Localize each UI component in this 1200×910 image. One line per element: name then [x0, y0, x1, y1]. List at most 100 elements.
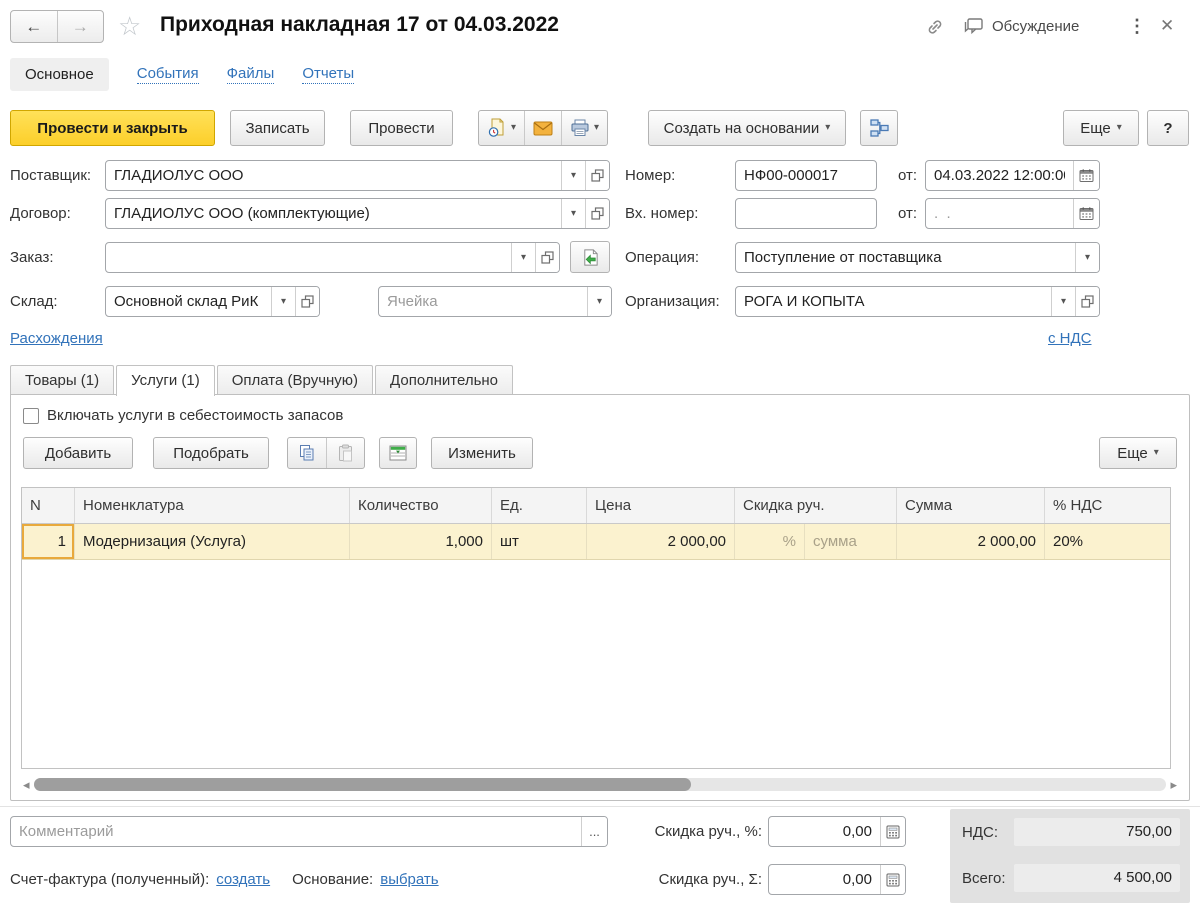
cell-qty[interactable]: 1,000 [350, 524, 492, 559]
date-input[interactable] [926, 161, 1073, 190]
discount-sum-calc-button[interactable] [880, 865, 905, 894]
basis-select-link[interactable]: выбрать [380, 871, 438, 888]
with-vat-link[interactable]: с НДС [1048, 330, 1092, 347]
col-header-vat[interactable]: % НДС [1045, 488, 1171, 523]
help-button[interactable]: ? [1147, 110, 1189, 146]
date-calendar-button[interactable] [1073, 161, 1099, 190]
tab-reports[interactable]: Отчеты [302, 65, 354, 84]
discrepancies-link[interactable]: Расхождения [10, 330, 103, 347]
contract-open-button[interactable] [585, 199, 609, 228]
close-window-button[interactable]: ✕ [1160, 16, 1174, 36]
tab-payment[interactable]: Оплата (Вручную) [217, 365, 373, 395]
scroll-right-arrow[interactable]: ▸ [1170, 778, 1177, 791]
supplier-dropdown-button[interactable]: ▾ [561, 161, 585, 190]
invoice-create-link[interactable]: создать [216, 871, 270, 888]
more-menu-button[interactable]: ⋮ [1128, 16, 1146, 37]
calculator-icon [886, 825, 900, 839]
cell-discount-pct[interactable]: % [735, 524, 805, 559]
cell-discount-sum[interactable]: сумма [805, 524, 897, 559]
col-header-qty[interactable]: Количество [350, 488, 492, 523]
warehouse-input[interactable] [106, 287, 271, 316]
more-actions-label: Еще [1080, 120, 1111, 137]
include-services-checkbox[interactable]: Включать услуги в себестоимость запасов [23, 407, 343, 424]
order-dropdown-button[interactable]: ▾ [511, 243, 535, 272]
table-row[interactable]: 1 Модернизация (Услуга) 1,000 шт 2 000,0… [22, 524, 1170, 560]
order-input[interactable] [106, 243, 511, 272]
fill-by-order-button[interactable] [570, 241, 610, 273]
incoming-number-input[interactable] [735, 198, 877, 229]
post-document-button[interactable]: ▾ [479, 111, 524, 145]
organization-input[interactable] [736, 287, 1051, 316]
nav-tabs: Основное События Файлы Отчеты [10, 58, 354, 91]
tab-main[interactable]: Основное [10, 58, 109, 91]
warehouse-open-button[interactable] [295, 287, 319, 316]
col-header-sum[interactable]: Сумма [897, 488, 1045, 523]
col-header-unit[interactable]: Ед. [492, 488, 587, 523]
cell-dropdown-button[interactable]: ▾ [587, 287, 611, 316]
col-header-price[interactable]: Цена [587, 488, 735, 523]
comment-expand-button[interactable]: ... [581, 817, 607, 846]
create-based-on-label: Создать на основании [664, 120, 820, 137]
cell-n[interactable]: 1 [22, 524, 75, 559]
organization-open-button[interactable] [1075, 287, 1099, 316]
post-button[interactable]: Провести [350, 110, 453, 146]
tab-services[interactable]: Услуги (1) [116, 365, 215, 396]
paste-rows-button[interactable] [326, 438, 364, 468]
comment-input[interactable] [11, 817, 581, 846]
discount-sum-input[interactable] [769, 865, 880, 894]
edit-row-button[interactable]: Изменить [431, 437, 533, 469]
related-documents-button[interactable] [860, 110, 898, 146]
contract-dropdown-button[interactable]: ▾ [561, 199, 585, 228]
save-button[interactable]: Записать [230, 110, 325, 146]
send-email-button[interactable] [524, 111, 561, 145]
operation-input[interactable] [736, 243, 1075, 272]
cell-vat[interactable]: 20% [1045, 524, 1171, 559]
chevron-down-icon: ▾ [511, 123, 516, 133]
cell-price[interactable]: 2 000,00 [587, 524, 735, 559]
scroll-left-arrow[interactable]: ◂ [23, 778, 30, 791]
cell-sum[interactable]: 2 000,00 [897, 524, 1045, 559]
col-header-n[interactable]: N [22, 488, 75, 523]
tab-events[interactable]: События [137, 65, 199, 84]
more-actions-button[interactable]: Еще ▾ [1063, 110, 1139, 146]
col-header-nomenclature[interactable]: Номенклатура [75, 488, 350, 523]
col-header-discount[interactable]: Скидка руч. [735, 488, 897, 523]
operation-dropdown-button[interactable]: ▾ [1075, 243, 1099, 272]
table-more-button[interactable]: Еще ▾ [1099, 437, 1177, 469]
cell-input[interactable] [379, 287, 587, 316]
tab-additional[interactable]: Дополнительно [375, 365, 513, 395]
chat-icon [962, 16, 985, 37]
back-button[interactable]: ← [11, 11, 57, 42]
order-open-button[interactable] [535, 243, 559, 272]
organization-dropdown-button[interactable]: ▾ [1051, 287, 1075, 316]
incoming-date-input[interactable] [926, 199, 1073, 228]
warehouse-dropdown-button[interactable]: ▾ [271, 287, 295, 316]
supplier-open-button[interactable] [585, 161, 609, 190]
discount-pct-calc-button[interactable] [880, 817, 905, 846]
discount-pct-input[interactable] [769, 817, 880, 846]
add-row-button[interactable]: Добавить [23, 437, 133, 469]
row-settings-button[interactable] [379, 437, 417, 469]
scrollbar-track[interactable] [34, 778, 1167, 791]
pick-items-button[interactable]: Подобрать [153, 437, 269, 469]
copy-rows-button[interactable] [288, 438, 326, 468]
cell-field: ▾ [378, 286, 612, 317]
services-panel: Включать услуги в себестоимость запасов … [10, 394, 1190, 801]
incoming-date-calendar-button[interactable] [1073, 199, 1099, 228]
contract-input[interactable] [106, 199, 561, 228]
fill-from-order-icon [580, 248, 601, 267]
number-input[interactable] [735, 160, 877, 191]
create-based-on-button[interactable]: Создать на основании ▾ [648, 110, 846, 146]
print-button[interactable]: ▾ [561, 111, 607, 145]
discussion-button[interactable]: Обсуждение [962, 16, 1079, 37]
cell-unit[interactable]: шт [492, 524, 587, 559]
forward-button[interactable]: → [57, 11, 104, 42]
favorite-star-icon[interactable]: ☆ [118, 13, 141, 39]
supplier-input[interactable] [106, 161, 561, 190]
post-and-close-button[interactable]: Провести и закрыть [10, 110, 215, 146]
tab-goods[interactable]: Товары (1) [10, 365, 114, 395]
tab-files[interactable]: Файлы [227, 65, 275, 84]
copy-link-button[interactable] [924, 16, 946, 38]
cell-nomenclature[interactable]: Модернизация (Услуга) [75, 524, 350, 559]
scrollbar-thumb[interactable] [34, 778, 691, 791]
